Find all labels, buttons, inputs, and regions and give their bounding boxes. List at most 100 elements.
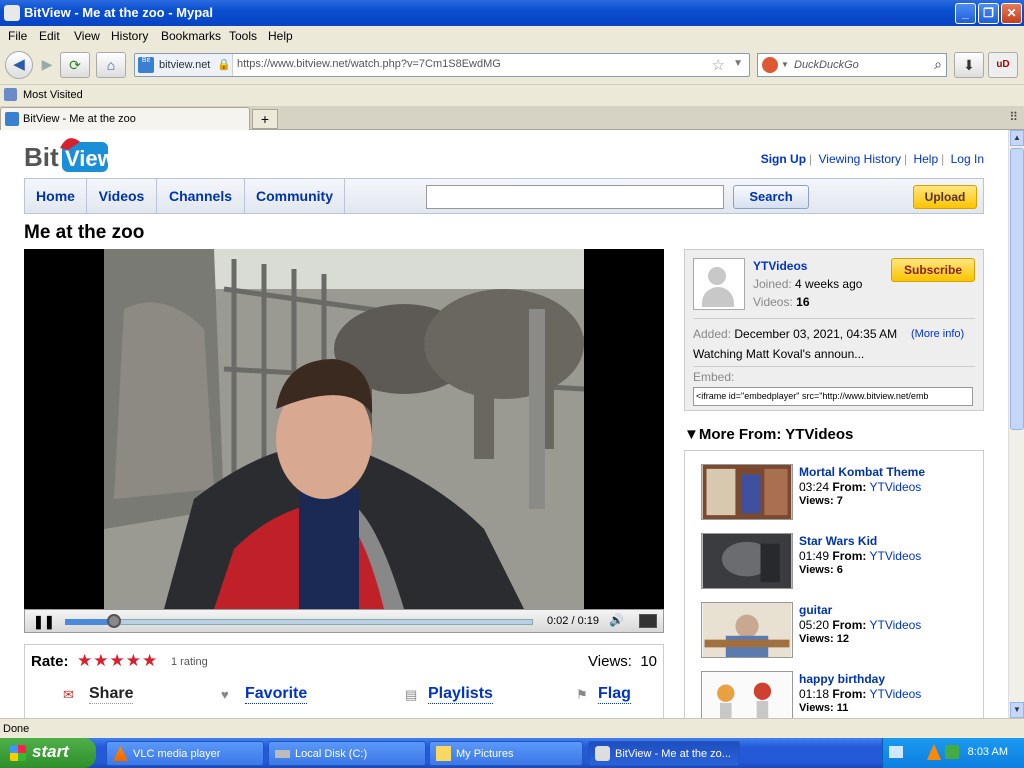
flag-button[interactable]: Flag xyxy=(598,685,631,704)
related-video-item[interactable]: Mortal Kombat Theme 03:24 From: YTVideos… xyxy=(701,464,981,524)
menu-file[interactable]: File xyxy=(8,29,27,43)
menu-tools[interactable]: Tools xyxy=(229,29,257,43)
menu-edit[interactable]: Edit xyxy=(39,29,60,43)
related-video-item[interactable]: Star Wars Kid 01:49 From: YTVideos Views… xyxy=(701,533,981,593)
views-label: Views: xyxy=(588,653,632,670)
rating-count: 1 rating xyxy=(171,656,208,668)
ublock-button[interactable]: uD xyxy=(988,52,1018,78)
duckduckgo-icon xyxy=(762,57,778,73)
related-video-title[interactable]: guitar xyxy=(799,603,832,617)
most-visited-icon xyxy=(4,88,17,101)
site-search-input[interactable] xyxy=(426,185,724,209)
bookmark-most-visited[interactable]: Most Visited xyxy=(23,89,83,101)
video-thumbnail[interactable] xyxy=(701,533,793,589)
task-my-pictures[interactable]: My Pictures xyxy=(429,741,583,766)
help-link[interactable]: Help xyxy=(913,152,938,166)
nav-videos[interactable]: Videos xyxy=(87,179,157,213)
maximize-button[interactable]: ❐ xyxy=(978,3,999,24)
more-from-header[interactable]: ▼More From: YTVideos xyxy=(684,426,853,443)
bitview-logo[interactable]: Bit View xyxy=(24,136,110,176)
tab-bitview[interactable]: BitView - Me at the zoo xyxy=(0,107,250,130)
volume-icon[interactable]: 🔊 xyxy=(609,613,624,627)
status-text: Done xyxy=(3,723,30,735)
related-video-author[interactable]: YTVideos xyxy=(870,687,922,701)
rating-panel: Rate: ★★★★★ 1 rating Views: 10 ✉ Share ♥… xyxy=(24,644,664,718)
seek-bar[interactable] xyxy=(65,619,533,625)
rating-stars[interactable]: ★★★★★ xyxy=(77,651,158,671)
arrow-left-icon: ◀ xyxy=(13,56,25,73)
nav-community[interactable]: Community xyxy=(245,179,345,213)
related-video-author[interactable]: YTVideos xyxy=(870,480,922,494)
scroll-down-arrow-icon[interactable]: ▼ xyxy=(1010,702,1024,718)
start-button[interactable]: start xyxy=(0,738,96,768)
related-video-title[interactable]: Mortal Kombat Theme xyxy=(799,465,925,479)
close-button[interactable]: ✕ xyxy=(1001,3,1022,24)
menu-help[interactable]: Help xyxy=(268,29,293,43)
upload-button[interactable]: Upload xyxy=(913,185,977,209)
url-dropdown-icon[interactable]: ▼ xyxy=(733,58,743,69)
reload-button[interactable]: ⟳ xyxy=(60,52,90,78)
search-engine-dropdown-icon[interactable]: ▼ xyxy=(781,60,789,69)
url-text[interactable]: https://www.bitview.net/watch.php?v=7Cm1… xyxy=(237,58,501,70)
seek-handle[interactable] xyxy=(107,614,121,628)
related-video-meta: 05:20 From: YTVideos xyxy=(799,618,922,632)
video-thumbnail[interactable] xyxy=(701,602,793,658)
network-icon[interactable] xyxy=(945,745,959,759)
log-in-link[interactable]: Log In xyxy=(951,152,984,166)
home-button[interactable]: ⌂ xyxy=(96,52,126,78)
more-info-link[interactable]: (More info) xyxy=(911,328,964,340)
pause-button[interactable]: ❚❚ xyxy=(33,614,55,630)
related-video-author[interactable]: YTVideos xyxy=(870,549,922,563)
site-identity[interactable]: Bit bitview.net 🔒 xyxy=(135,54,233,76)
scrollbar-thumb[interactable] xyxy=(1010,148,1024,430)
task-local-disk[interactable]: Local Disk (C:) xyxy=(268,741,426,766)
favorite-button[interactable]: Favorite xyxy=(245,685,308,704)
related-video-item[interactable]: happy birthday 01:18 From: YTVideos View… xyxy=(701,671,981,718)
downloads-button[interactable]: ⬇ xyxy=(954,52,984,78)
share-button[interactable]: Share xyxy=(89,685,134,704)
sign-up-link[interactable]: Sign Up xyxy=(761,152,806,166)
nav-home[interactable]: Home xyxy=(25,179,87,213)
forward-button[interactable]: ▶ xyxy=(32,52,62,78)
uploader-name-link[interactable]: YTVideos xyxy=(753,259,807,273)
site-search-button[interactable]: Search xyxy=(733,185,809,209)
page-scrollbar[interactable]: ▲ ▼ xyxy=(1008,130,1024,718)
uploader-avatar[interactable] xyxy=(693,258,745,310)
bookmark-star-icon[interactable]: ☆ xyxy=(712,56,725,74)
video-thumbnail[interactable] xyxy=(701,464,793,520)
menu-history[interactable]: History xyxy=(111,29,148,43)
embed-code-field[interactable]: <iframe id="embedplayer" src="http://www… xyxy=(693,387,973,406)
site-nav-bar: Home Videos Channels Community Search Up… xyxy=(24,178,984,214)
arrow-right-icon: ▶ xyxy=(41,56,53,72)
browser-search-box[interactable]: ▼ DuckDuckGo ⌕ xyxy=(757,53,947,77)
new-tab-button[interactable]: + xyxy=(252,109,278,129)
video-description: Watching Matt Koval's announ... xyxy=(693,347,865,361)
video-player[interactable] xyxy=(24,249,664,609)
fullscreen-button[interactable] xyxy=(639,614,657,628)
scroll-up-arrow-icon[interactable]: ▲ xyxy=(1010,130,1024,146)
related-video-title[interactable]: happy birthday xyxy=(799,672,885,686)
mypal-app-icon xyxy=(4,5,20,21)
vlc-tray-icon[interactable] xyxy=(927,744,941,760)
subscribe-button[interactable]: Subscribe xyxy=(891,258,975,282)
viewing-history-link[interactable]: Viewing History xyxy=(819,152,901,166)
search-icon[interactable]: ⌕ xyxy=(934,56,942,73)
related-video-author[interactable]: YTVideos xyxy=(870,618,922,632)
video-thumbnail[interactable] xyxy=(701,671,793,718)
menu-view[interactable]: View xyxy=(74,29,100,43)
address-bar[interactable]: Bit bitview.net 🔒 https://www.bitview.ne… xyxy=(134,53,750,77)
related-video-title[interactable]: Star Wars Kid xyxy=(799,534,877,548)
related-video-item[interactable]: guitar 05:20 From: YTVideos Views: 12 xyxy=(701,602,981,662)
keyboard-icon[interactable] xyxy=(889,746,903,758)
back-button[interactable]: ◀ xyxy=(5,51,33,79)
menu-bookmarks[interactable]: Bookmarks xyxy=(161,29,221,43)
mypal-icon xyxy=(595,746,610,761)
nav-channels[interactable]: Channels xyxy=(157,179,245,213)
related-video-meta: 03:24 From: YTVideos xyxy=(799,480,922,494)
tab-list-icon[interactable]: ⠿ xyxy=(1009,110,1018,124)
minimize-button[interactable]: _ xyxy=(955,3,976,24)
task-vlc[interactable]: VLC media player xyxy=(106,741,264,766)
task-mypal[interactable]: BitView - Me at the zo... xyxy=(588,741,740,766)
playlists-button[interactable]: Playlists xyxy=(428,685,493,704)
clock[interactable]: 8:03 AM xyxy=(968,746,1008,758)
